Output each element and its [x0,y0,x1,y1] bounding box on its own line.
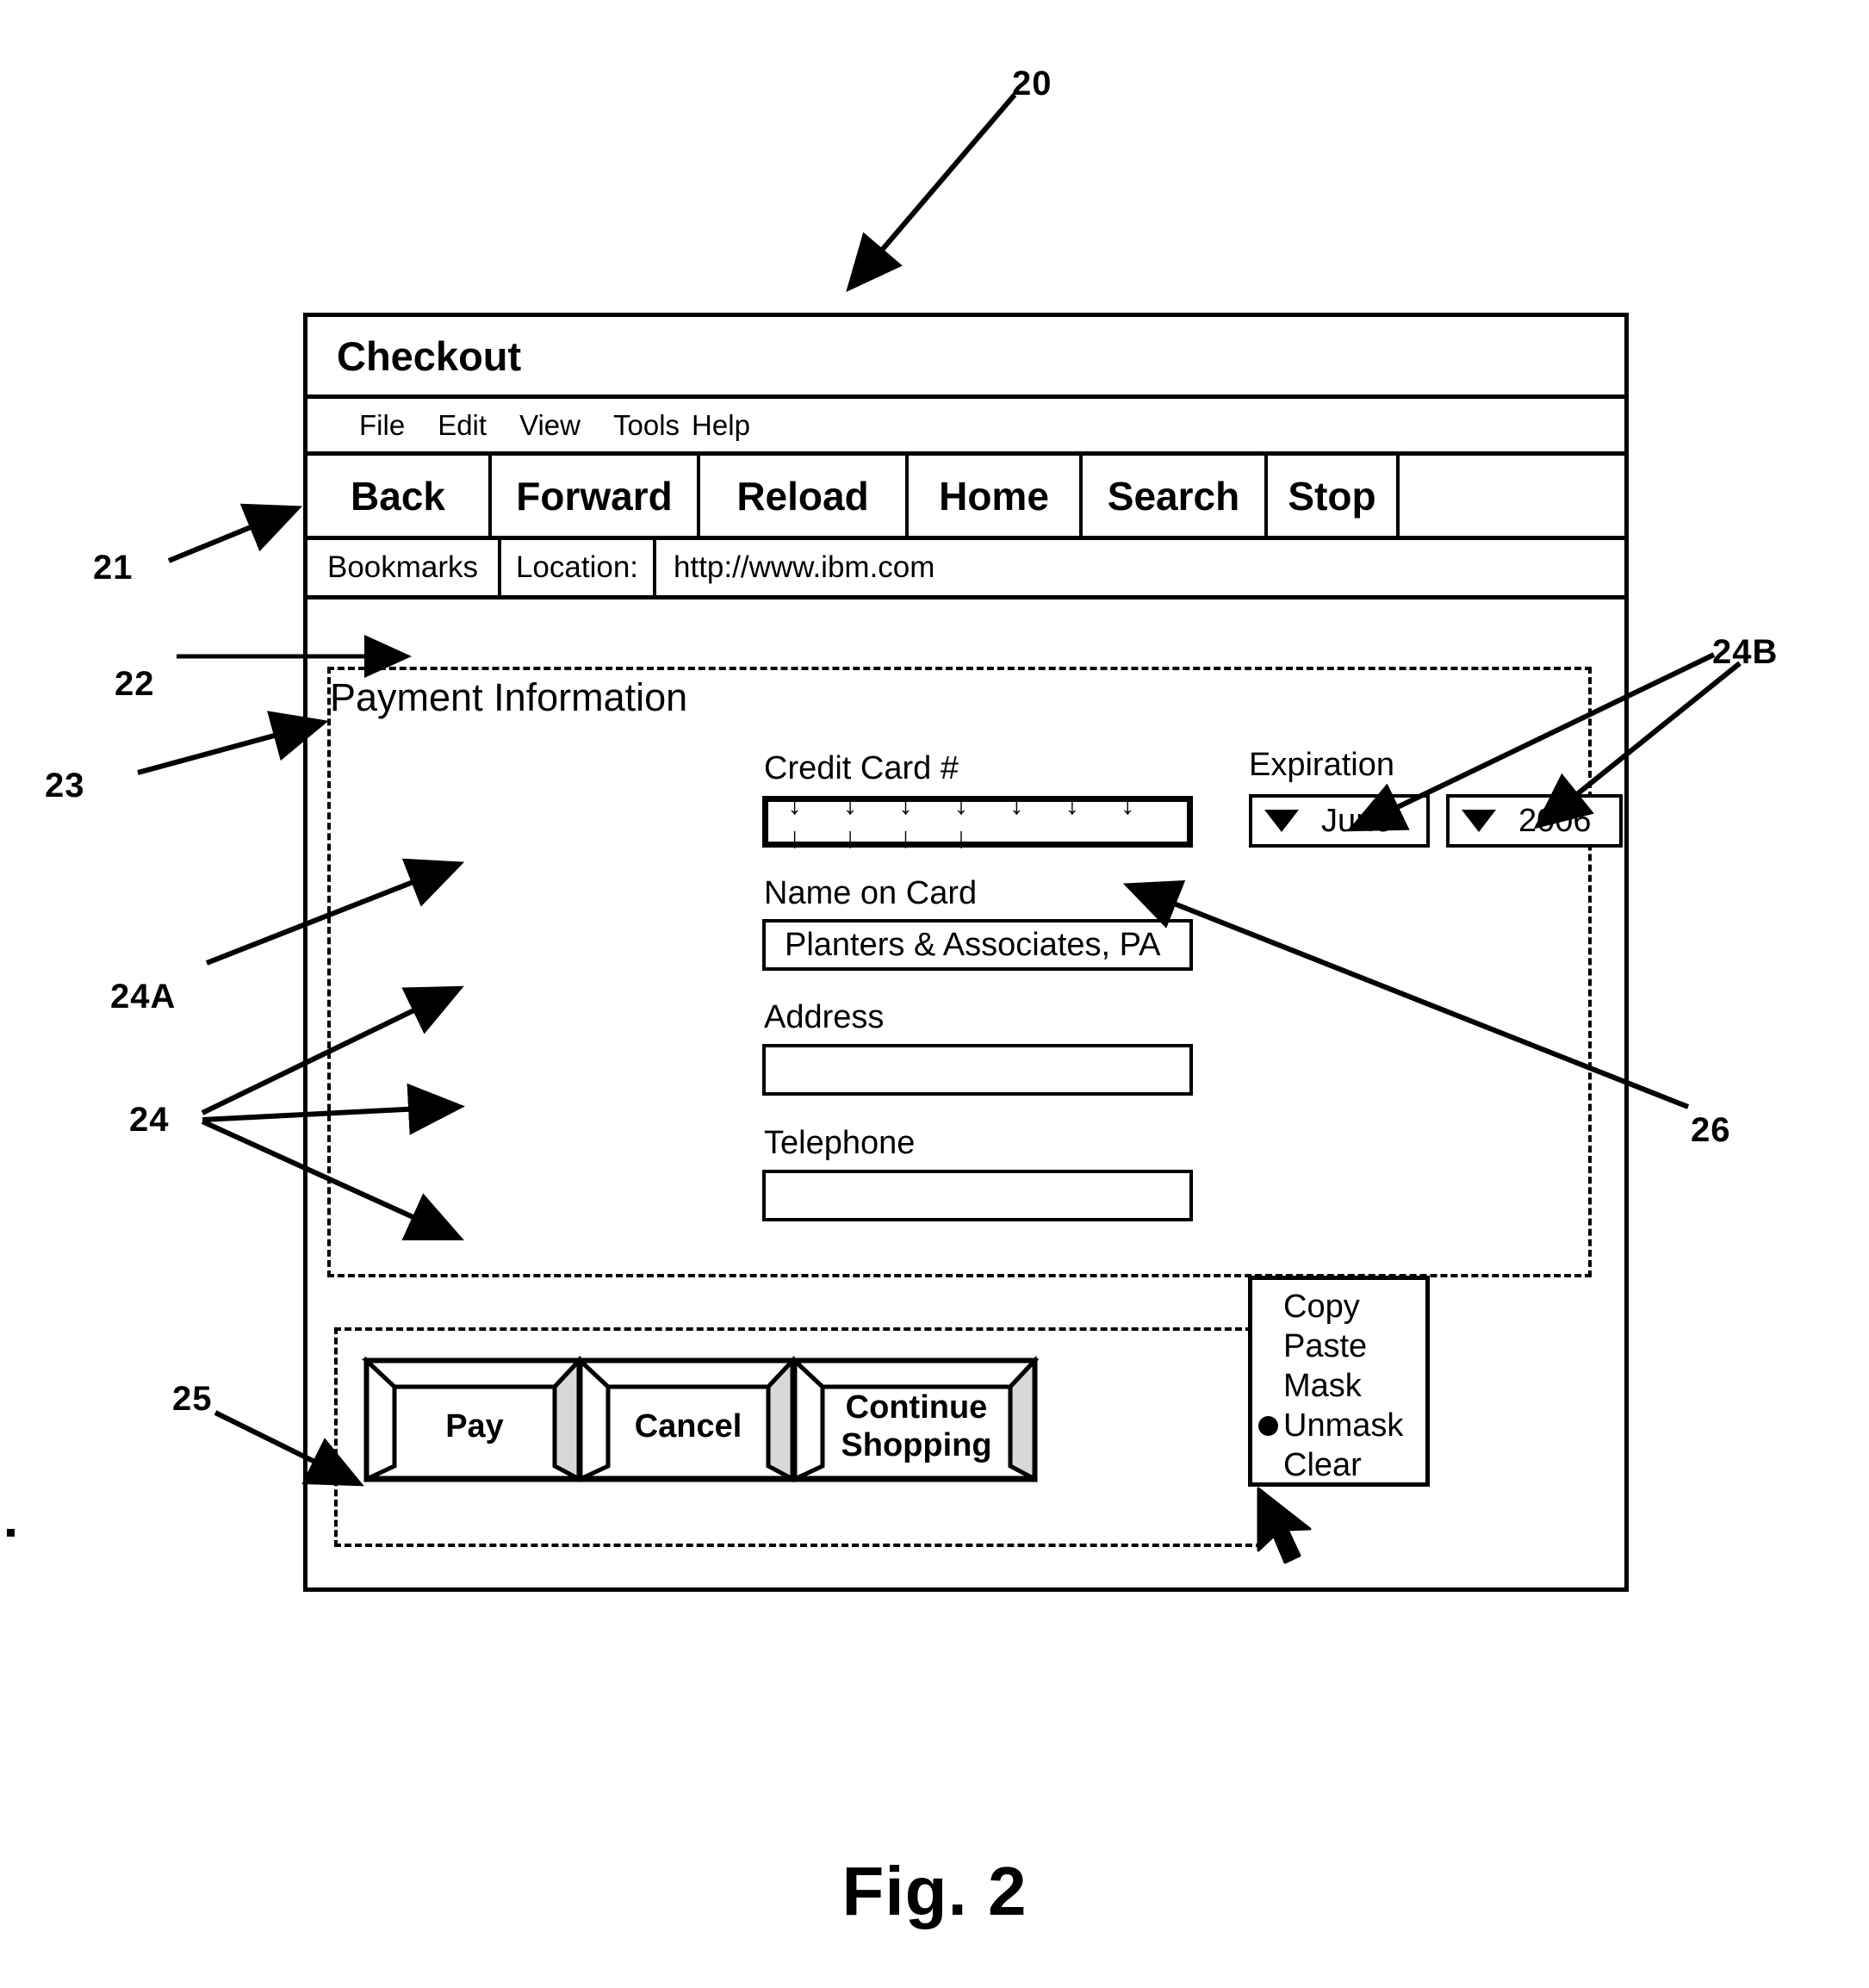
expiration-label: Expiration [1249,747,1394,783]
search-button[interactable]: Search [1083,456,1268,536]
page-corner-mark [7,1529,15,1537]
expiration-year-value: 2006 [1518,802,1592,839]
address-input[interactable] [762,1044,1193,1096]
credit-card-label: Credit Card # [764,750,959,786]
ref-numeral-23: 23 [45,767,85,805]
ref-numeral-26: 26 [1691,1111,1731,1149]
chevron-down-icon [1264,810,1299,832]
context-menu-item-copy[interactable]: Copy [1252,1280,1425,1326]
window-title: Checkout [337,332,522,379]
cancel-button[interactable]: Cancel [574,1354,798,1494]
ref-numeral-24b: 24B [1712,633,1779,671]
ref-numeral-24: 24 [129,1101,170,1139]
menu-item-edit[interactable]: Edit [438,409,487,442]
menu-bar: File Edit View Tools Help [307,399,1624,456]
reload-button[interactable]: Reload [700,456,909,536]
location-label: Location: [501,540,656,595]
pay-button[interactable]: Pay [361,1354,584,1494]
context-menu: Copy Paste Mask Unmask Clear [1248,1276,1430,1487]
context-menu-item-unmask-label: Unmask [1283,1407,1404,1444]
ref-numeral-25: 25 [172,1380,213,1418]
expiration-year-select[interactable]: 2006 [1446,794,1623,848]
stop-button[interactable]: Stop [1268,456,1400,536]
menu-item-file[interactable]: File [359,409,405,442]
address-label: Address [764,999,885,1035]
ref-numeral-22: 22 [115,665,155,703]
continue-shopping-button-label: Continue Shopping [841,1389,992,1463]
pay-button-label: Pay [445,1408,504,1444]
telephone-input[interactable] [762,1170,1193,1221]
expiration-month-value: June [1321,802,1393,839]
chevron-down-icon [1462,810,1496,832]
ref-numeral-21: 21 [93,549,134,587]
context-menu-item-clear[interactable]: Clear [1252,1445,1425,1485]
back-button[interactable]: Back [307,456,492,536]
context-menu-item-unmask[interactable]: Unmask [1252,1406,1425,1445]
expiration-month-select[interactable]: June [1249,794,1430,848]
context-menu-item-mask[interactable]: Mask [1252,1366,1425,1406]
credit-card-input[interactable]: ↓ ↓ ↓ ↓ ↓ ↓ ↓ ↓ ↓ ↓ ↓ [762,788,1193,854]
bookmarks-button[interactable]: Bookmarks [307,540,501,595]
forward-button[interactable]: Forward [492,456,700,536]
menu-item-tools[interactable]: Tools [613,409,680,442]
continue-shopping-button[interactable]: Continue Shopping [789,1354,1040,1494]
name-on-card-label: Name on Card [764,875,978,911]
context-menu-item-paste[interactable]: Paste [1252,1326,1425,1366]
navigation-toolbar: Back Forward Reload Home Search Stop [307,456,1624,540]
menu-item-help[interactable]: Help [692,409,750,442]
figure-caption: Fig. 2 [841,1853,1028,1929]
payment-information-heading: Payment Information [330,675,688,719]
ref-numeral-20: 20 [1012,65,1052,103]
selected-bullet-icon [1258,1416,1278,1436]
name-on-card-input[interactable]: Planters & Associates, PA [762,919,1193,971]
browser-window: Checkout File Edit View Tools Help Back … [303,313,1629,1592]
mouse-cursor-icon [1255,1487,1319,1566]
title-bar: Checkout [307,317,1624,399]
telephone-label: Telephone [764,1125,916,1161]
cancel-button-label: Cancel [634,1408,742,1444]
menu-item-view[interactable]: View [519,409,581,442]
ref-numeral-24a: 24A [110,978,177,1016]
home-button[interactable]: Home [909,456,1083,536]
page-content-area: Payment Information Credit Card # ↓ ↓ ↓ … [307,600,1624,1579]
location-bar: Bookmarks Location: http://www.ibm.com [307,540,1624,600]
url-input[interactable]: http://www.ibm.com [656,540,1624,595]
